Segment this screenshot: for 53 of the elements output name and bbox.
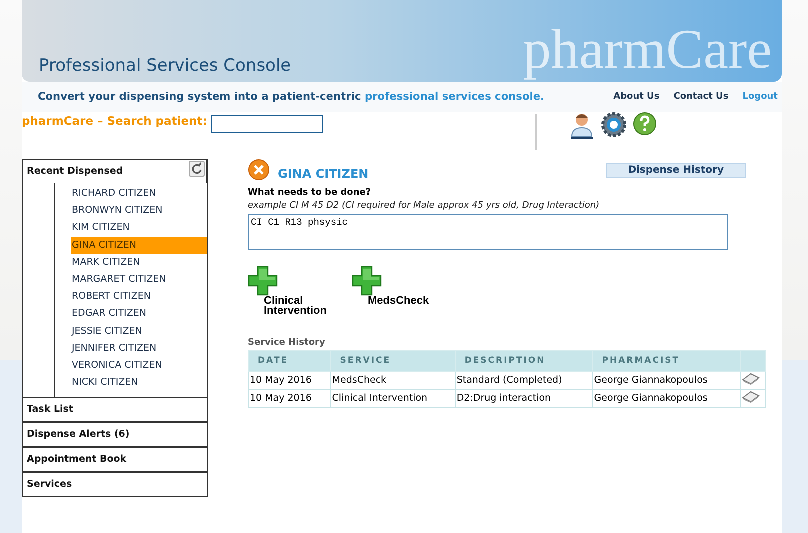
question-label: What needs to be done?	[248, 188, 372, 198]
notepad-icon[interactable]	[742, 391, 760, 403]
table-cell: Standard (Completed)	[455, 372, 593, 390]
column-header: SERVICE	[330, 350, 456, 372]
plus-icon	[352, 266, 382, 296]
task-input-field[interactable]: CI C1 R13 phsysic	[248, 214, 728, 250]
close-icon[interactable]	[248, 159, 270, 181]
refresh-icon[interactable]	[189, 161, 205, 177]
patient-item[interactable]: NICKI CITIZEN	[71, 374, 207, 392]
table-cell: 10 May 2016	[248, 390, 331, 408]
nav-link[interactable]: About Us	[614, 92, 660, 102]
add-service-button[interactable]: Clinical Intervention	[248, 266, 344, 316]
patient-item[interactable]: VERONICA CITIZEN	[71, 356, 207, 374]
table-cell: D2:Drug interaction	[455, 390, 593, 408]
patient-item[interactable]: KIM CITIZEN	[71, 219, 207, 237]
dispense-history-button[interactable]: Dispense History	[606, 162, 746, 178]
section-header[interactable]: Appointment Book	[23, 447, 207, 472]
column-header: DATE	[248, 350, 331, 372]
patient-item[interactable]: JENNIFER CITIZEN	[71, 340, 207, 357]
patient-item[interactable]: MARK CITIZEN	[71, 254, 207, 271]
table-cell: MedsCheck	[330, 372, 456, 390]
section-header[interactable]: Services	[23, 472, 207, 498]
patient-item[interactable]: MARGARET CITIZEN	[71, 270, 207, 288]
example-hint: example CI M 45 D2 (CI required for Male approx 45 yrs old, Drug Interaction)	[248, 201, 601, 211]
patient-item[interactable]: EDGAR CITIZEN	[71, 305, 207, 322]
search-label: pharmCare – Search patient:	[22, 114, 208, 128]
patient-item[interactable]: JESSIE CITIZEN	[71, 322, 207, 340]
section-header[interactable]: Recent Dispensed	[27, 166, 124, 177]
patient-item[interactable]: RICHARD CITIZEN	[71, 185, 207, 202]
search-field[interactable]	[211, 115, 324, 133]
table-cell: Clinical Intervention	[330, 390, 456, 408]
column-header: DESCRIPTION	[455, 350, 593, 372]
tagline: Convert your dispensing system into a patient-centric professional services console.	[38, 91, 545, 103]
console-title: Professional Services Console	[39, 56, 292, 76]
section-header[interactable]: Task List	[23, 397, 207, 422]
patient-item[interactable]: ROBERT CITIZEN	[71, 288, 207, 306]
table-cell: 10 May 2016	[248, 372, 331, 390]
gear-icon[interactable]	[601, 112, 627, 138]
patient-item[interactable]: GINA CITIZEN	[71, 236, 207, 254]
table-cell: George Giannakopoulos	[592, 372, 740, 390]
logo: pharmCare	[523, 18, 772, 82]
section-title: Service History	[248, 338, 326, 348]
table-cell: George Giannakopoulos	[592, 390, 740, 408]
add-service-button[interactable]: MedsCheck	[352, 266, 448, 316]
notepad-icon[interactable]	[742, 373, 760, 385]
section-header[interactable]: Dispense Alerts (6)	[23, 422, 207, 448]
column-header: PHARMACIST	[592, 350, 740, 372]
patient-item[interactable]: BRONWYN CITIZEN	[71, 202, 207, 220]
nav-link[interactable]: Contact Us	[674, 92, 729, 102]
plus-icon	[248, 266, 278, 296]
help-icon[interactable]	[633, 112, 657, 136]
patient-name: GINA CITIZEN	[278, 167, 369, 181]
user-icon[interactable]	[569, 112, 595, 140]
